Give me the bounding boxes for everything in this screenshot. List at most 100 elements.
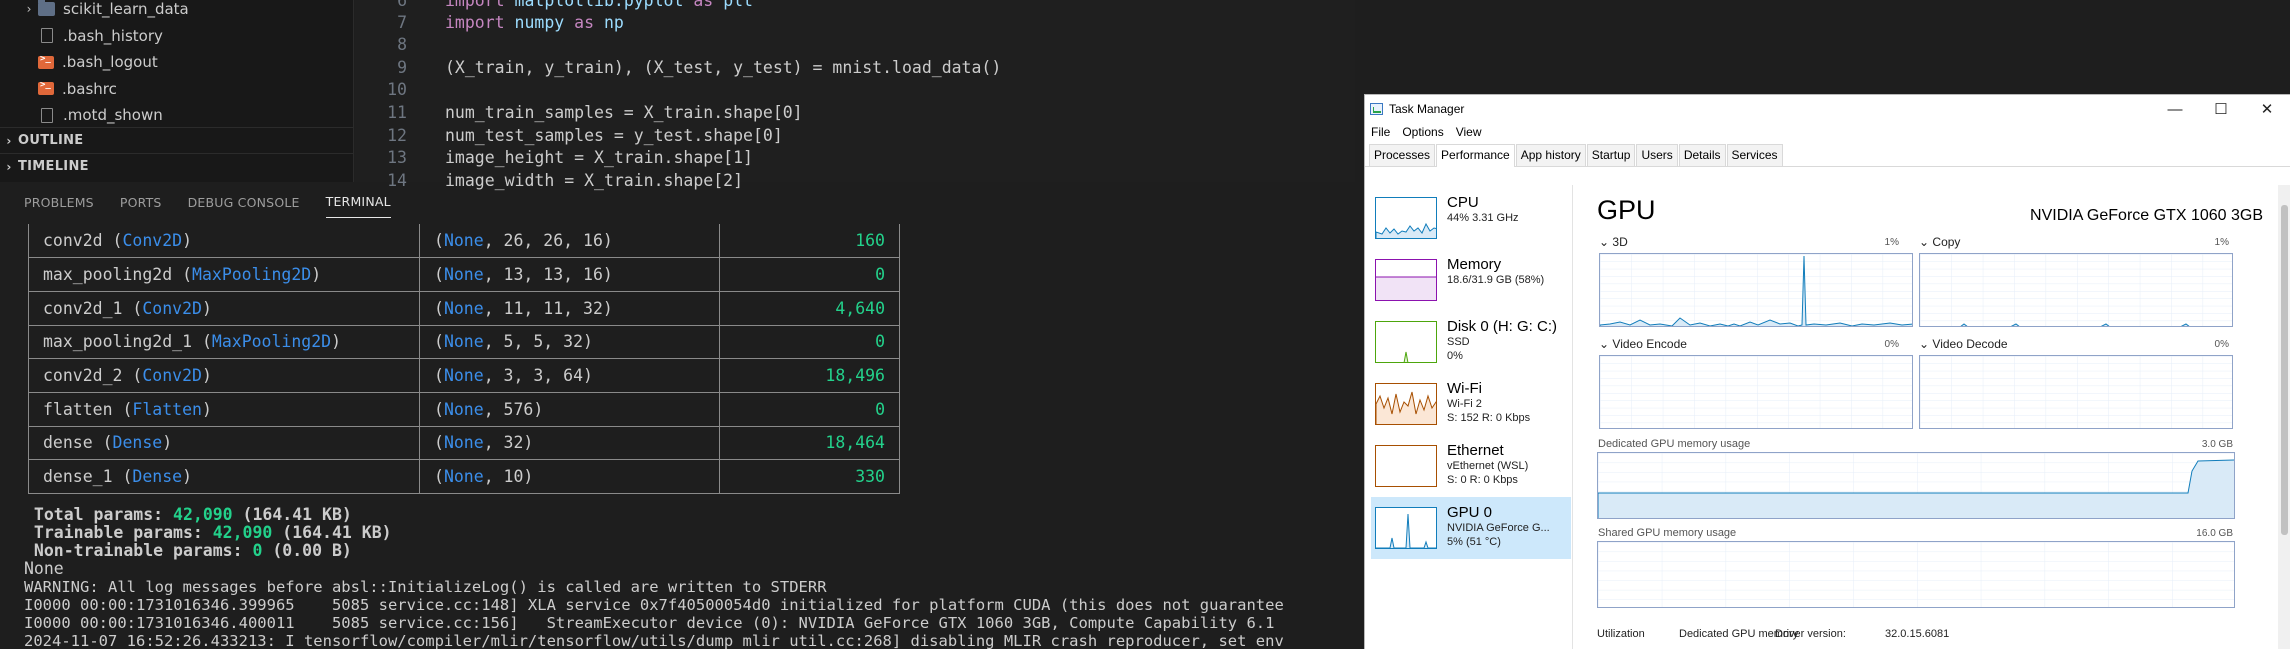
code-text: image_height = X_train.shape[1] xyxy=(445,147,753,167)
tab-debug-console[interactable]: DEBUG CONSOLE xyxy=(188,195,312,218)
folder-icon xyxy=(38,0,55,17)
sidebar-item-ethernet[interactable]: Ethernet vEthernet (WSL) S: 0 R: 0 Kbps xyxy=(1371,435,1571,497)
code-line: 13 image_height = X_train.shape[1] xyxy=(355,146,753,168)
sidebar-item-detail: NVIDIA GeForce G... xyxy=(1447,522,1550,534)
code-line: 7 import numpy as np xyxy=(355,11,624,33)
terminal-log-line: 2024-11-07 16:52:26.433213: I tensorflow… xyxy=(24,632,1284,649)
sidebar-item-detail: 5% (51 °C) xyxy=(1447,536,1501,548)
output-shape-cell: (None, 3, 3, 64) xyxy=(419,358,720,393)
table-row: flatten (Flatten) (None, 576) 0 xyxy=(28,392,900,427)
graph-video-decode-label[interactable]: ⌄ Video Decode xyxy=(1919,337,2008,351)
tab-terminal[interactable]: TERMINAL xyxy=(325,194,391,218)
sidebar-item-label: Disk 0 (H: G: C:) xyxy=(1447,318,1558,335)
chevron-right-icon: › xyxy=(26,2,32,17)
tab-performance[interactable]: Performance xyxy=(1436,144,1515,167)
graph-3d-label[interactable]: ⌄ 3D xyxy=(1599,235,1628,249)
tree-item-file[interactable]: .bash_logout xyxy=(20,49,350,76)
code-line: 10 xyxy=(355,78,407,100)
table-row: dense (Dense) (None, 32) 18,464 xyxy=(28,426,900,461)
title-bar[interactable]: Task Manager — ☐ ✕ xyxy=(1365,95,2290,123)
output-shape-cell: (None, 576) xyxy=(419,392,720,427)
terminal-log-line: WARNING: All log messages before absl::I… xyxy=(24,578,827,596)
graph-copy-value: 1% xyxy=(2214,237,2229,248)
gpu-model-name: NVIDIA GeForce GTX 1060 3GB xyxy=(2030,207,2263,224)
table-row: dense_1 (Dense) (None, 10) 330 xyxy=(28,459,900,494)
tree-item-file[interactable]: .bashrc xyxy=(20,76,350,103)
tab-processes[interactable]: Processes xyxy=(1369,144,1436,166)
tab-ports[interactable]: PORTS xyxy=(120,195,174,218)
line-number: 6 xyxy=(397,0,407,10)
terminal-log-line: I0000 00:00:1731016346.399965 5085 servi… xyxy=(24,596,1284,614)
file-icon xyxy=(41,28,53,44)
graph-copy xyxy=(1919,253,2233,327)
tab-app-history[interactable]: App history xyxy=(1515,144,1586,166)
param-count-cell: 0 xyxy=(719,257,900,292)
sidebar-item-wifi[interactable]: Wi-Fi Wi-Fi 2 S: 152 R: 0 Kbps xyxy=(1371,373,1571,435)
layer-cell: max_pooling2d_1 (MaxPooling2D) xyxy=(28,325,420,360)
sidebar-item-gpu[interactable]: GPU 0 NVIDIA GeForce G... 5% (51 °C) xyxy=(1371,497,1571,559)
output-shape-cell: (None, 11, 11, 32) xyxy=(419,291,720,326)
graph-video-encode-value: 0% xyxy=(1884,339,1899,350)
menu-file[interactable]: File xyxy=(1371,125,1390,139)
chevron-down-icon: ⌄ xyxy=(1599,337,1610,351)
tab-startup[interactable]: Startup xyxy=(1586,144,1636,166)
model-summary-table: conv2d (Conv2D) (None, 26, 26, 16) 160 max_… xyxy=(28,224,900,494)
tree-item-label: .bashrc xyxy=(62,79,117,98)
line-number: 10 xyxy=(387,79,407,99)
code-line: 12 num_test_samples = y_test.shape[0] xyxy=(355,124,783,146)
menu-view[interactable]: View xyxy=(1456,125,1482,139)
tab-services[interactable]: Services xyxy=(1726,144,1783,166)
terminal[interactable]: conv2d (Conv2D) (None, 26, 26, 16) 160 max_… xyxy=(0,224,1365,649)
wifi-mini-graph xyxy=(1375,383,1437,425)
gpu-mini-graph xyxy=(1375,507,1437,549)
chevron-right-icon: › xyxy=(6,133,12,148)
layer-cell: conv2d (Conv2D) xyxy=(28,224,420,259)
tree-item-file[interactable]: .motd_shown xyxy=(20,102,350,129)
task-manager-window: Task Manager — ☐ ✕ File Options View Pro… xyxy=(1364,94,2290,649)
output-shape-cell: (None, 5, 5, 32) xyxy=(419,325,720,360)
graph-video-decode-value: 0% xyxy=(2214,339,2229,350)
sidebar-item-detail: 18.6/31.9 GB (58%) xyxy=(1447,274,1545,286)
sidebar-item-label: Ethernet xyxy=(1447,442,1504,459)
table-row: conv2d_1 (Conv2D) (None, 11, 11, 32) 4,640 xyxy=(28,291,900,326)
code-line: 8 xyxy=(355,33,407,55)
code-line: 9 (X_train, y_train), (X_test, y_test) =… xyxy=(355,56,1001,78)
ethernet-mini-graph xyxy=(1375,445,1437,487)
sidebar-item-disk[interactable]: Disk 0 (H: G: C:) SSD 0% xyxy=(1371,311,1571,373)
layer-cell: dense (Dense) xyxy=(28,426,420,461)
sidebar-item-memory[interactable]: Memory 18.6/31.9 GB (58%) xyxy=(1371,249,1571,311)
tab-users[interactable]: Users xyxy=(1636,144,1678,166)
menu-options[interactable]: Options xyxy=(1402,125,1443,139)
minimize-button[interactable]: — xyxy=(2152,95,2198,123)
graph-video-encode-label[interactable]: ⌄ Video Encode xyxy=(1599,337,1687,351)
code-editor[interactable]: 6 import matplotlib.pyplot as plt 7 impo… xyxy=(355,0,1355,190)
vertical-scrollbar[interactable] xyxy=(2278,185,2290,649)
tab-details[interactable]: Details xyxy=(1678,144,1726,166)
tree-item-file[interactable]: .bash_history xyxy=(20,23,350,50)
performance-sidebar: CPU 44% 3.31 GHz Memory 18.6/31.9 GB (58… xyxy=(1365,185,1573,649)
tree-item-label: .bash_logout xyxy=(62,53,158,72)
scrollbar-thumb[interactable] xyxy=(2281,205,2288,535)
tree-item-folder[interactable]: › scikit_learn_data xyxy=(20,0,350,23)
code-text: (X_train, y_train), (X_test, y_test) = m… xyxy=(445,57,1002,77)
code-line: 11 num_train_samples = X_train.shape[0] xyxy=(355,101,803,123)
sidebar-item-detail: SSD xyxy=(1447,336,1470,348)
timeline-section-header[interactable]: › TIMELINE xyxy=(0,153,354,179)
outline-section-header[interactable]: › OUTLINE xyxy=(0,127,354,153)
chevron-down-icon: ⌄ xyxy=(1919,235,1930,249)
cpu-mini-graph xyxy=(1375,197,1437,239)
close-button[interactable]: ✕ xyxy=(2244,95,2290,123)
param-count-cell: 4,640 xyxy=(719,291,900,326)
line-number: 14 xyxy=(387,170,407,190)
trainable-params-line: Trainable params: 42,090 (164.41 KB) xyxy=(24,523,392,542)
window-title: Task Manager xyxy=(1389,102,1465,116)
maximize-button[interactable]: ☐ xyxy=(2198,95,2244,123)
param-count-cell: 0 xyxy=(719,392,900,427)
table-row: max_pooling2d_1 (MaxPooling2D) (None, 5, … xyxy=(28,325,900,360)
sidebar-item-cpu[interactable]: CPU 44% 3.31 GHz xyxy=(1371,187,1571,249)
section-label: OUTLINE xyxy=(18,133,84,148)
param-count-cell: 18,496 xyxy=(719,358,900,393)
code-text: import matplotlib.pyplot as plt xyxy=(445,0,753,10)
graph-copy-label[interactable]: ⌄ Copy xyxy=(1919,235,1960,249)
tab-problems[interactable]: PROBLEMS xyxy=(24,195,106,218)
